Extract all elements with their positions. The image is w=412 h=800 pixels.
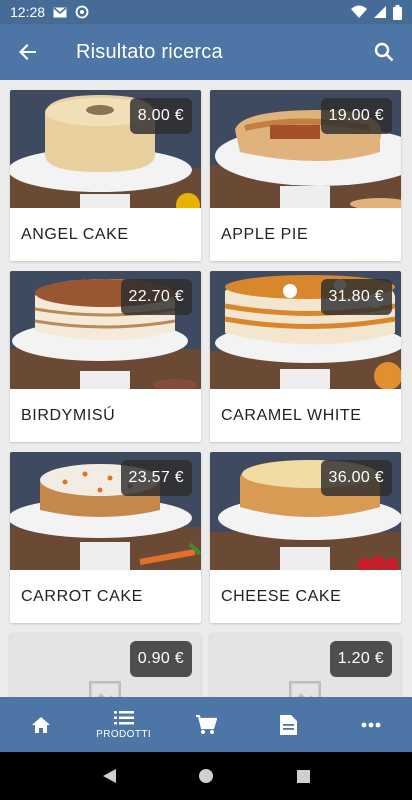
price-badge: 22.70 € — [120, 279, 192, 315]
status-bar: 12:28 — [0, 0, 412, 24]
price-badge: 36.00 € — [320, 460, 392, 496]
page-title: Risultato ricerca — [76, 40, 223, 63]
price-badge: 23.57 € — [120, 460, 192, 496]
price-badge: 8.00 € — [129, 98, 192, 134]
price-badge: 31.80 € — [320, 279, 392, 315]
product-card[interactable]: 1.20 € — [210, 633, 401, 697]
product-card[interactable]: 8.00 € ANGEL CAKE — [10, 90, 201, 261]
list-icon — [113, 710, 134, 724]
cart-icon — [196, 714, 218, 734]
battery-icon — [393, 4, 402, 20]
product-list[interactable]: 8.00 € ANGEL CAKE 19.00 € APPLE PIE 22.7… — [0, 80, 412, 697]
document-icon — [279, 714, 297, 735]
back-button[interactable] — [0, 24, 56, 80]
product-name: CARROT CAKE — [21, 587, 143, 605]
product-name: BIRDYMISÚ — [21, 406, 116, 424]
nav-prodotti[interactable]: PRODOTTI — [82, 697, 164, 752]
nav-more[interactable] — [330, 697, 412, 752]
product-image: 31.80 € — [210, 271, 401, 389]
product-image: 0.90 € — [10, 633, 201, 697]
app-bar: Risultato ricerca — [0, 24, 412, 80]
home-icon — [32, 716, 51, 733]
wifi-icon — [351, 5, 367, 18]
product-card[interactable]: 19.00 € APPLE PIE — [210, 90, 401, 261]
price-badge: 0.90 € — [129, 641, 192, 677]
product-card[interactable]: 36.00 € CHEESE CAKE — [210, 452, 401, 623]
signal-icon — [374, 6, 386, 18]
image-placeholder-icon — [289, 681, 321, 697]
system-navigation-bar — [0, 752, 412, 800]
image-placeholder-icon — [89, 681, 121, 697]
product-card[interactable]: 22.70 € BIRDYMISÚ — [10, 271, 201, 442]
product-name: CHEESE CAKE — [221, 587, 342, 605]
system-home-icon[interactable] — [198, 768, 214, 784]
price-badge: 19.00 € — [320, 98, 392, 134]
bottom-navigation: PRODOTTI — [0, 697, 412, 752]
system-recents-icon[interactable] — [296, 769, 311, 784]
product-name: APPLE PIE — [221, 225, 309, 243]
more-icon — [361, 722, 381, 727]
product-image: 36.00 € — [210, 452, 401, 570]
product-image: 22.70 € — [10, 271, 201, 389]
nav-label: PRODOTTI — [96, 728, 152, 740]
nav-home[interactable] — [0, 697, 82, 752]
product-name: CARAMEL WHITE — [221, 406, 362, 424]
product-card[interactable]: 23.57 € CARROT CAKE — [10, 452, 201, 623]
status-time: 12:28 — [10, 4, 46, 20]
price-badge: 1.20 € — [329, 641, 392, 677]
product-card[interactable]: 31.80 € CARAMEL WHITE — [210, 271, 401, 442]
product-image: 19.00 € — [210, 90, 401, 208]
product-card[interactable]: 0.90 € — [10, 633, 201, 697]
sync-icon — [75, 5, 89, 19]
product-name: ANGEL CAKE — [21, 225, 129, 243]
mail-icon — [53, 6, 67, 17]
nav-documents[interactable] — [247, 697, 329, 752]
search-button[interactable] — [356, 24, 412, 80]
arrow-back-icon — [19, 44, 36, 60]
system-back-icon[interactable] — [101, 768, 117, 784]
product-image: 8.00 € — [10, 90, 201, 208]
product-image: 1.20 € — [210, 633, 401, 697]
product-image: 23.57 € — [10, 452, 201, 570]
nav-cart[interactable] — [165, 697, 247, 752]
search-icon — [374, 42, 394, 62]
